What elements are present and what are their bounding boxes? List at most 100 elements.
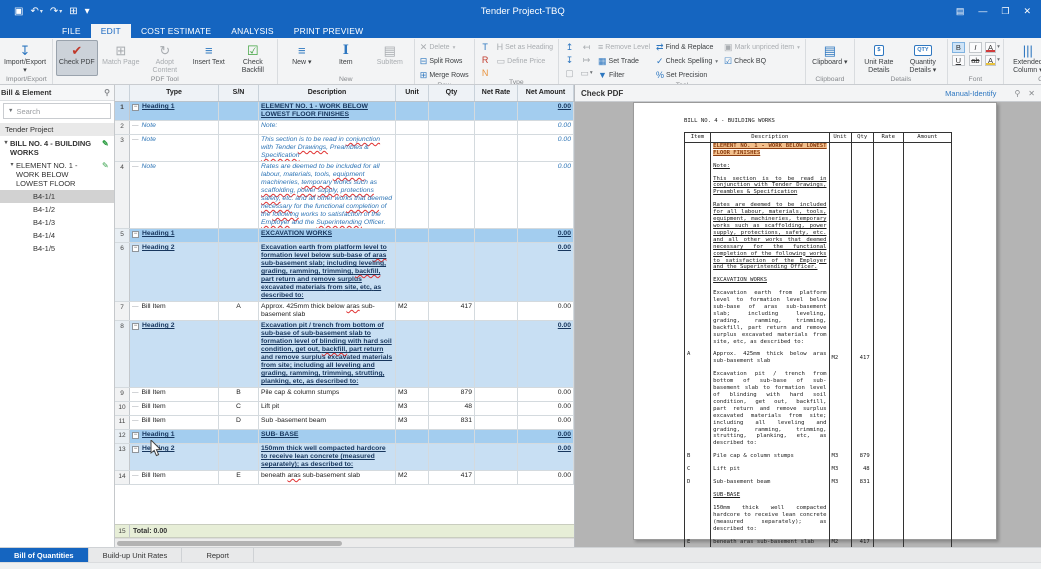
move-to-top-button[interactable]: ↥ <box>562 41 577 53</box>
set-as-heading-button[interactable]: H Set as Heading <box>495 41 555 54</box>
column-header-row-number[interactable] <box>115 85 130 101</box>
grid-row-10[interactable]: 10— Bill Item C Lift pit M3 48 0.00 <box>115 402 574 416</box>
tab-file[interactable]: FILE <box>52 24 91 38</box>
set-trade-button[interactable]: ▦ Set Trade <box>596 55 652 68</box>
tab-cost-estimate[interactable]: COST ESTIMATE <box>131 24 221 38</box>
grid-row-12[interactable]: 12− Heading 1 SUB- BASE 0.00 <box>115 430 574 444</box>
grid-row-5[interactable]: 5− Heading 1 EXCAVATION WORKS 0.00 <box>115 229 574 243</box>
pin-icon[interactable]: ⚲ <box>104 88 110 97</box>
find-replace-button[interactable]: ⇄ Find & Replace <box>654 41 720 54</box>
maximize-icon[interactable]: ❐ <box>1001 6 1009 17</box>
italic-button[interactable]: I <box>968 41 983 53</box>
underline-button[interactable]: U <box>951 54 966 66</box>
delete-button[interactable]: ✕ Delete ▾ <box>418 41 471 54</box>
pin-icon[interactable]: ⚲ <box>1014 89 1020 98</box>
set-type-t-button[interactable]: T <box>478 41 493 53</box>
tab-analysis[interactable]: ANALYSIS <box>221 24 284 38</box>
tab-edit[interactable]: EDIT <box>90 24 131 38</box>
collapse-icon[interactable]: − <box>132 446 139 453</box>
adopt-content-button[interactable]: ↻ Adopt Content <box>144 40 186 76</box>
strikethrough-button[interactable]: ab <box>968 54 983 66</box>
promote-level-button[interactable]: ↤ <box>579 41 594 53</box>
redo-icon[interactable]: ↷ ▾ <box>50 6 62 17</box>
tree-item-bill-no-4-building-works[interactable]: ▾ BILL NO. 4 - BUILDING WORKS ✎ <box>0 137 114 159</box>
check-pdf-button[interactable]: ✔ Check PDF <box>55 40 98 76</box>
feedback-icon[interactable]: ▤ <box>956 6 965 17</box>
clipboard-button[interactable]: ▤ Clipboard ▾ <box>809 40 851 76</box>
edit-pencil-icon[interactable]: ✎ <box>102 161 112 170</box>
column-header-net-amount[interactable]: Net Amount <box>518 85 574 101</box>
subitem-button[interactable]: ▤ SubItem <box>369 40 411 76</box>
collapse-icon[interactable]: − <box>132 245 139 252</box>
set-precision-button[interactable]: % Set Precision <box>654 69 720 82</box>
column-header-type[interactable]: Type <box>130 85 219 101</box>
column-header-description[interactable]: Description <box>259 85 396 101</box>
save-icon[interactable]: ▣ <box>14 6 23 17</box>
tree-item-element-no-1-work-below-lowest-floor[interactable]: ▾ ELEMENT NO. 1 - WORK BELOW LOWEST FLOOR… <box>0 159 114 190</box>
collapse-icon[interactable]: − <box>132 104 139 111</box>
split-rows-button[interactable]: ⊟ Split Rows <box>418 55 471 68</box>
minimize-icon[interactable]: — <box>978 6 987 16</box>
new-button[interactable]: ≡ New ▾ <box>281 40 323 76</box>
grid-row-2[interactable]: 2— Note Note: 0.00 <box>115 121 574 135</box>
insert-text-button[interactable]: ≡ Insert Text <box>188 40 230 76</box>
bottom-tab-bill-of-quantities[interactable]: Bill of Quantities <box>0 548 89 562</box>
filter-button[interactable]: ▼ Filter <box>596 69 652 82</box>
grid-row-1[interactable]: 1− Heading 1 ELEMENT NO. 1 - WORK BELOW LO… <box>115 102 574 121</box>
grid-row-6[interactable]: 6− Heading 2 Excavation earth from platfor… <box>115 243 574 302</box>
tree-item-b4-1-5[interactable]: B4-1/5 <box>0 242 114 255</box>
column-header-unit[interactable]: Unit <box>396 85 429 101</box>
edit-pencil-icon[interactable]: ✎ <box>102 139 112 148</box>
pdf-page[interactable]: BILL NO. 4 - BUILDING WORKS Item Descripti… <box>633 102 997 547</box>
remove-level-button[interactable]: ≡ Remove Level <box>596 41 652 54</box>
grid-row-4[interactable]: 4— Note Rates are deemed to be included fo… <box>115 162 574 229</box>
collapse-icon[interactable]: − <box>132 323 139 330</box>
grid-row-11[interactable]: 11— Bill Item D Sub -basement beam M3 831 0.00 <box>115 416 574 430</box>
check-bq-button[interactable]: ☑ Check BQ <box>722 55 802 68</box>
set-type-r-button[interactable]: R <box>478 54 493 66</box>
grid-row-8[interactable]: 8− Heading 2 Excavation pit / trench from … <box>115 321 574 388</box>
demote-level-button[interactable]: ↦ <box>579 54 594 66</box>
chevron-down-icon[interactable]: ▾ <box>8 161 16 170</box>
check-spelling-button[interactable]: ✓ Check Spelling ▾ <box>654 55 720 68</box>
tree-item-b4-1-3[interactable]: B4-1/3 <box>0 216 114 229</box>
manual-identify-link[interactable]: Manual-Identify <box>945 89 996 98</box>
collapse-rows-button[interactable]: ▭ ▾ <box>579 67 594 79</box>
column-header-net-rate[interactable]: Net Rate <box>475 85 518 101</box>
bottom-tab-build-up-unit-rates[interactable]: Build-up Unit Rates <box>89 548 183 562</box>
chevron-down-icon[interactable]: ▾ <box>2 139 10 148</box>
tree-item-tender-project[interactable]: Tender Project <box>0 123 114 136</box>
tree-item-b4-1-1[interactable]: B4-1/1 <box>0 190 114 203</box>
column-header-s-n[interactable]: S/N <box>219 85 259 101</box>
collapse-icon[interactable]: − <box>132 432 139 439</box>
merge-rows-button[interactable]: ⊞ Merge Rows <box>418 69 471 82</box>
horizontal-scrollbar[interactable] <box>115 538 574 547</box>
unit-rate-details-button[interactable]: $ Unit Rate Details <box>858 40 900 76</box>
highlight-color-button[interactable]: A ▾ <box>984 54 1000 66</box>
extended-column-button[interactable]: ||| Extended Column ▾ <box>1007 40 1041 76</box>
tree-item-b4-1-4[interactable]: B4-1/4 <box>0 229 114 242</box>
layout-grid-icon[interactable]: ⊞ <box>69 6 77 17</box>
scrollbar-thumb[interactable] <box>117 540 342 546</box>
column-header-qty[interactable]: Qty <box>429 85 475 101</box>
grid-row-3[interactable]: 3— Note This section is to be read in conj… <box>115 135 574 162</box>
undo-icon[interactable]: ↶ ▾ <box>30 6 42 17</box>
expand-rows-button[interactable]: ▢ <box>562 67 577 79</box>
move-to-bottom-button[interactable]: ↧ <box>562 54 577 66</box>
grid-row-9[interactable]: 9— Bill Item B Pile cap & column stumps M3 87… <box>115 388 574 402</box>
grid-row-14[interactable]: 14— Bill Item Ebeneath aras sub-basement s… <box>115 471 574 485</box>
set-type-n-button[interactable]: N <box>478 67 493 79</box>
define-price-button[interactable]: ▭ Define Price <box>495 55 555 68</box>
import-export-button[interactable]: ↧ Import/Export ▾ <box>4 40 46 76</box>
collapse-icon[interactable]: − <box>132 231 139 238</box>
grid-row-7[interactable]: 7— Bill Item A Approx. 425mm thick below ar… <box>115 302 574 321</box>
bottom-tab-report[interactable]: Report <box>182 548 255 562</box>
mark-unpriced-item-button[interactable]: ▣ Mark unpriced item ▾ <box>722 41 802 54</box>
search-input[interactable]: ▼ Search <box>3 103 111 119</box>
quantity-details-button[interactable]: QTY Quantity Details ▾ <box>902 40 944 76</box>
close-icon[interactable]: ✕ <box>1028 89 1035 98</box>
match-page-button[interactable]: ⊞ Match Page <box>100 40 142 76</box>
tab-print-preview[interactable]: PRINT PREVIEW <box>284 24 374 38</box>
font-color-button[interactable]: A ▾ <box>984 41 1000 53</box>
item-button[interactable]: I Item <box>325 40 367 76</box>
